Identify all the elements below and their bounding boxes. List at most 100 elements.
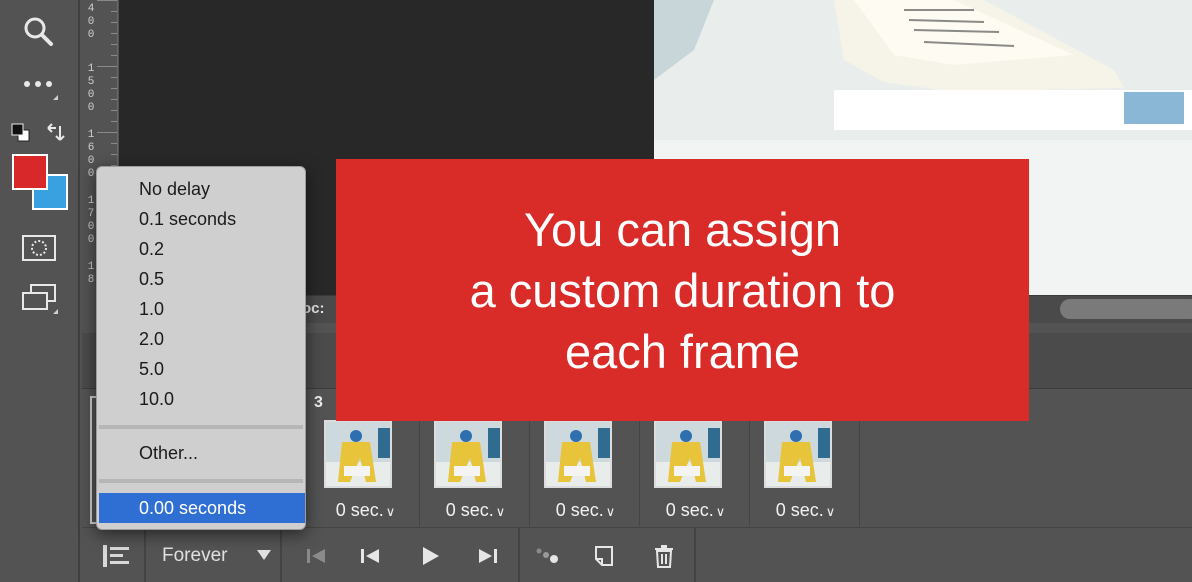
zoom-tool[interactable] xyxy=(14,10,64,54)
trash-icon xyxy=(655,544,673,568)
play-icon xyxy=(423,546,439,565)
ruler-tick xyxy=(111,33,117,34)
ruler-tick xyxy=(111,143,117,144)
next-frame-button[interactable] xyxy=(466,528,510,582)
ruler-digit: 4 xyxy=(87,3,95,15)
ruler-digit: 0 xyxy=(87,155,95,167)
menu-item[interactable]: 5.0 xyxy=(139,359,164,380)
previous-frame-button[interactable] xyxy=(348,528,392,582)
ruler-tick xyxy=(111,121,117,122)
delete-frame-button[interactable] xyxy=(644,528,684,582)
ruler-digit: 0 xyxy=(87,29,95,41)
frame-delay-value: 0 sec. xyxy=(445,500,494,520)
menu-item[interactable]: No delay xyxy=(139,179,210,200)
frame-delay-value: 0 sec. xyxy=(665,500,714,520)
timeline-controls: Forever xyxy=(82,527,1192,582)
ruler-tick xyxy=(111,22,117,23)
play-button[interactable] xyxy=(408,528,452,582)
ruler-digit: 1 xyxy=(87,63,95,75)
duplicate-frame-button[interactable] xyxy=(584,528,624,582)
ruler-tick xyxy=(111,154,117,155)
ruler-tick xyxy=(111,88,117,89)
more-tools-button[interactable] xyxy=(14,62,64,106)
convert-to-video-timeline-button[interactable] xyxy=(88,528,144,582)
ruler-tick xyxy=(97,66,117,67)
menu-item-selected[interactable]: 0.00 seconds xyxy=(99,493,305,523)
step-back-icon xyxy=(361,548,379,563)
chevron-down-icon: ∨ xyxy=(825,504,836,519)
ruler-tick xyxy=(111,55,117,56)
ruler-digit: 5 xyxy=(87,76,95,88)
quick-mask-icon xyxy=(22,235,56,261)
frame-delay-menu: No delay 0.1 seconds 0.2 0.5 1.0 2.0 5.0 10.0 O… xyxy=(96,166,306,530)
default-colors-icon xyxy=(11,123,30,142)
submenu-triangle-icon xyxy=(53,95,58,100)
ruler-digit: 1 xyxy=(87,129,95,141)
menu-item[interactable]: 1.0 xyxy=(139,299,164,320)
screen-mode-button[interactable] xyxy=(14,276,64,320)
frame-delay-select[interactable]: 0 sec. ∨ xyxy=(422,500,529,521)
loop-options-value: Forever xyxy=(162,544,228,566)
screen-mode-icon xyxy=(22,284,56,310)
chevron-down-icon: ∨ xyxy=(495,504,506,519)
ruler-tick xyxy=(111,110,117,111)
callout-banner: You can assign a custom duration to each… xyxy=(336,159,1029,421)
frame-delay-value: 0 sec. xyxy=(335,500,384,520)
menu-item-selected-label: 0.00 seconds xyxy=(139,498,247,518)
menu-separator xyxy=(99,425,303,429)
callout-line-2: a custom duration to xyxy=(469,263,896,317)
more-icon xyxy=(24,81,52,87)
skip-to-first-icon xyxy=(307,548,325,563)
ruler-tick xyxy=(111,99,117,100)
swap-colors-button[interactable] xyxy=(44,120,68,149)
frame-thumbnail xyxy=(324,420,392,488)
tween-icon xyxy=(536,548,558,563)
ruler-tick xyxy=(111,77,117,78)
submenu-triangle-icon xyxy=(53,309,58,314)
callout-line-1: You can assign xyxy=(523,202,842,256)
callout-line-3: each frame xyxy=(564,324,801,378)
ruler-digit: 6 xyxy=(87,142,95,154)
frame-delay-select[interactable]: 0 sec. ∨ xyxy=(752,500,859,521)
menu-item[interactable]: 10.0 xyxy=(139,389,174,410)
frame-thumbnail xyxy=(764,420,832,488)
ruler-tick xyxy=(111,44,117,45)
first-frame-button[interactable] xyxy=(294,528,338,582)
zoom-icon xyxy=(24,17,53,46)
chevron-down-icon: ∨ xyxy=(715,504,726,519)
tween-button[interactable] xyxy=(528,528,568,582)
frame-delay-value: 0 sec. xyxy=(555,500,604,520)
new-frame-icon xyxy=(595,545,613,566)
frame-thumbnail xyxy=(654,420,722,488)
ruler-tick xyxy=(97,132,117,133)
menu-item[interactable]: 2.0 xyxy=(139,329,164,350)
quick-mask-button[interactable] xyxy=(14,226,64,270)
menu-item[interactable]: 0.5 xyxy=(139,269,164,290)
menu-item-other[interactable]: Other... xyxy=(139,443,198,464)
loop-options-select[interactable]: Forever xyxy=(146,528,280,582)
default-colors-button[interactable] xyxy=(10,122,32,149)
frame-delay-value: 0 sec. xyxy=(775,500,824,520)
ruler-digit: 0 xyxy=(87,89,95,101)
chevron-down-icon: ∨ xyxy=(605,504,616,519)
frame-thumbnail xyxy=(434,420,502,488)
ruler-tick xyxy=(97,0,117,1)
frame-delay-select[interactable]: 0 sec. ∨ xyxy=(642,500,749,521)
tools-panel xyxy=(0,0,80,582)
chevron-down-icon: ∨ xyxy=(385,504,396,519)
step-forward-icon xyxy=(479,548,497,563)
frame-delay-select[interactable]: 0 sec. ∨ xyxy=(312,500,419,521)
frame-thumbnail xyxy=(544,420,612,488)
frame-delay-select[interactable]: 0 sec. ∨ xyxy=(532,500,639,521)
menu-item[interactable]: 0.1 seconds xyxy=(139,209,236,230)
menu-separator xyxy=(99,479,303,483)
ruler-digit: 0 xyxy=(87,16,95,28)
horizontal-scrollbar[interactable] xyxy=(1060,299,1192,319)
frame-number: 3 xyxy=(314,394,323,411)
menu-item[interactable]: 0.2 xyxy=(139,239,164,260)
foreground-color-swatch[interactable] xyxy=(12,154,48,190)
swap-colors-icon xyxy=(47,123,65,141)
photoshop-window: 40015001600170018 oc: 30 sec. ∨ 0 sec. ∨ 0 s… xyxy=(0,0,1192,582)
ruler-tick xyxy=(111,11,117,12)
chevron-down-icon xyxy=(257,550,271,560)
